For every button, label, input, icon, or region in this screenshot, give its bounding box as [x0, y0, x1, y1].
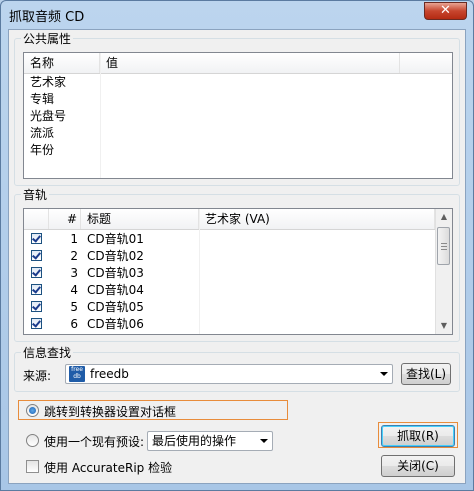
- track-row[interactable]: 1 CD音轨01: [24, 231, 452, 248]
- window-title: 抓取音频 CD: [9, 10, 85, 25]
- tracks-label: 音轨: [21, 186, 50, 203]
- rip-cd-dialog: 抓取音频 CD ✕ 公共属性 名称 值 艺术家 专辑 光盘号 流派 年份 音轨 …: [0, 0, 474, 491]
- column-header-name[interactable]: 名称: [24, 53, 100, 73]
- track-title: CD音轨04: [87, 283, 144, 297]
- track-title: CD音轨01: [87, 232, 144, 246]
- track-number: 5: [70, 300, 78, 314]
- list-item[interactable]: 艺术家: [24, 74, 452, 91]
- rip-button[interactable]: 抓取(R): [381, 425, 455, 447]
- track-title: CD音轨05: [87, 300, 144, 314]
- chevron-down-icon[interactable]: [260, 439, 268, 443]
- grip-line: [441, 246, 447, 247]
- close-window-button[interactable]: ✕: [424, 2, 467, 20]
- track-row[interactable]: 5 CD音轨05: [24, 299, 452, 316]
- property-name: 光盘号: [30, 109, 67, 123]
- track-row[interactable]: 4 CD音轨04: [24, 282, 452, 299]
- chevron-down-icon[interactable]: [380, 372, 388, 376]
- track-number: 1: [70, 232, 78, 246]
- converter-radio[interactable]: [26, 404, 39, 417]
- track-checkbox[interactable]: [31, 250, 42, 261]
- tracks-group: 音轨 # 标题 艺术家 (VA) 1 CD音轨01 2 CD音轨02 3 CD音…: [14, 186, 460, 342]
- list-item[interactable]: 光盘号: [24, 108, 452, 125]
- column-header-value[interactable]: 值: [100, 53, 400, 73]
- grip-line: [441, 243, 447, 244]
- property-name: 专辑: [30, 92, 55, 106]
- search-button[interactable]: 查找(L): [401, 363, 451, 385]
- source-dropdown[interactable]: free db freedb: [65, 364, 393, 384]
- scroll-up-icon[interactable]: ▲: [436, 209, 452, 225]
- track-row[interactable]: 2 CD音轨02: [24, 248, 452, 265]
- accuraterip-checkbox[interactable]: [26, 460, 39, 473]
- title-bar[interactable]: 抓取音频 CD ✕: [1, 1, 473, 27]
- list-item[interactable]: 年份: [24, 142, 452, 159]
- list-header: 名称 值: [24, 53, 452, 74]
- track-number: 4: [70, 283, 78, 297]
- scroll-down-icon[interactable]: ▼: [436, 318, 452, 334]
- source-value: freedb: [90, 367, 129, 381]
- list-item[interactable]: 流派: [24, 125, 452, 142]
- track-title: CD音轨03: [87, 266, 144, 280]
- track-title: CD音轨06: [87, 317, 144, 331]
- converter-radio-label[interactable]: 跳转到转换器设置对话框: [44, 403, 176, 420]
- column-header-title[interactable]: 标题: [81, 209, 199, 229]
- track-checkbox[interactable]: [31, 267, 42, 278]
- track-checkbox[interactable]: [31, 301, 42, 312]
- grip-line: [441, 249, 447, 250]
- close-icon: ✕: [440, 3, 451, 18]
- close-button[interactable]: 关闭(C): [381, 455, 455, 477]
- list-item[interactable]: 专辑: [24, 91, 452, 108]
- track-number: 3: [70, 266, 78, 280]
- track-checkbox[interactable]: [31, 318, 42, 329]
- common-properties-list[interactable]: 名称 值 艺术家 专辑 光盘号 流派 年份: [23, 52, 453, 179]
- common-properties-group: 公共属性 名称 值 艺术家 专辑 光盘号 流派 年份: [14, 30, 460, 186]
- lookup-label: 信息查找: [21, 344, 74, 361]
- tracks-list[interactable]: # 标题 艺术家 (VA) 1 CD音轨01 2 CD音轨02 3 CD音轨03…: [23, 208, 453, 335]
- track-checkbox[interactable]: [31, 284, 42, 295]
- track-number: 2: [70, 249, 78, 263]
- preset-radio-label[interactable]: 使用一个现有预设:: [44, 433, 144, 450]
- dialog-body: 公共属性 名称 值 艺术家 专辑 光盘号 流派 年份 音轨 # 标题 艺术家 (…: [8, 29, 466, 484]
- scrollbar-thumb[interactable]: [437, 227, 450, 265]
- column-header-artist[interactable]: 艺术家 (VA): [199, 209, 435, 229]
- track-title: CD音轨02: [87, 249, 144, 263]
- property-name: 流派: [30, 126, 55, 140]
- track-number: 6: [70, 317, 78, 331]
- list-header: # 标题 艺术家 (VA): [24, 209, 452, 230]
- preset-dropdown[interactable]: 最后使用的操作: [147, 431, 273, 451]
- tracks-scrollbar[interactable]: ▲ ▼: [435, 209, 452, 334]
- property-name: 艺术家: [30, 75, 67, 89]
- column-header-check[interactable]: [24, 209, 49, 229]
- property-name: 年份: [30, 143, 55, 157]
- accuraterip-label[interactable]: 使用 AccurateRip 检验: [44, 459, 172, 476]
- column-header-number[interactable]: #: [49, 209, 81, 229]
- preset-radio[interactable]: [26, 434, 39, 447]
- source-label: 来源:: [23, 369, 52, 383]
- track-checkbox[interactable]: [31, 233, 42, 244]
- track-row[interactable]: 3 CD音轨03: [24, 265, 452, 282]
- common-properties-label: 公共属性: [21, 30, 74, 47]
- track-row[interactable]: 6 CD音轨06: [24, 316, 452, 333]
- lookup-group: 信息查找 来源: free db freedb 查找(L): [14, 344, 460, 392]
- freedb-icon: free db: [69, 366, 85, 382]
- preset-value: 最后使用的操作: [152, 434, 237, 448]
